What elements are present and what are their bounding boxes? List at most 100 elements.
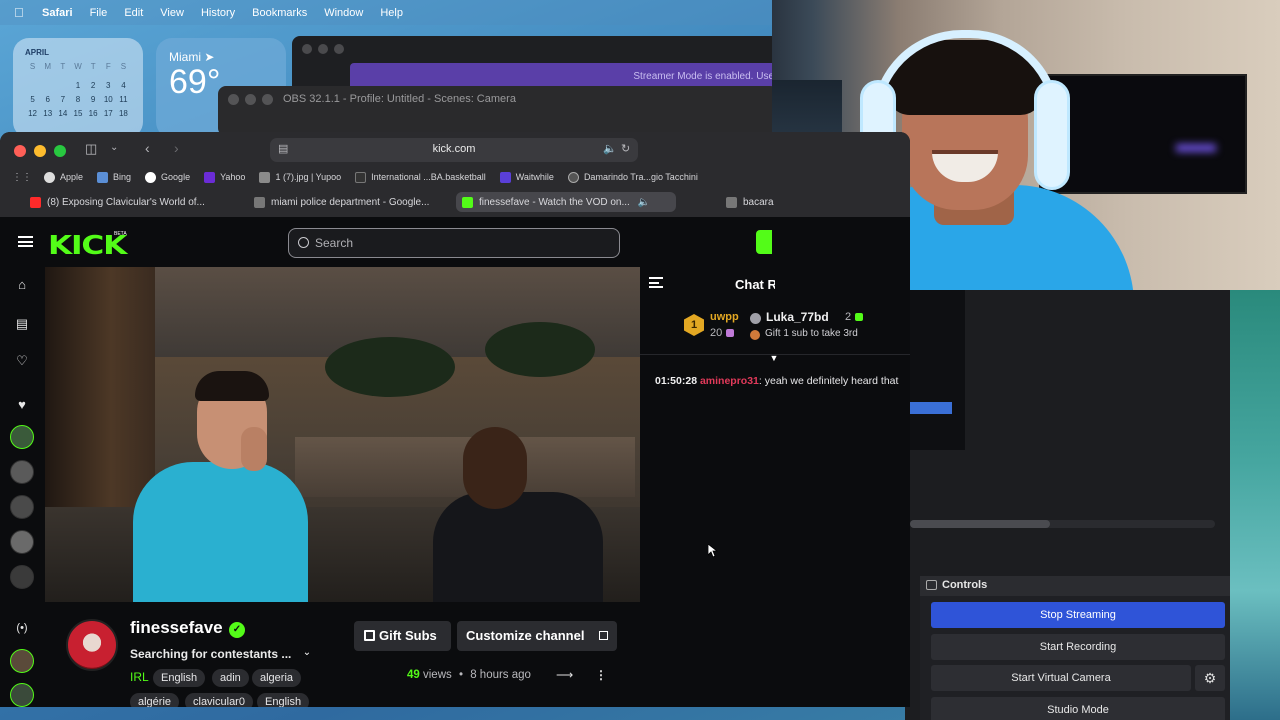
leader-1-name[interactable]: uwpp: [710, 311, 739, 323]
browse-icon[interactable]: ▤: [13, 315, 31, 333]
channel-avatar[interactable]: [10, 530, 34, 554]
calendar-day[interactable]: 3: [101, 81, 116, 90]
menu-file[interactable]: File: [90, 7, 108, 19]
calendar-day[interactable]: 14: [55, 109, 70, 118]
search-input[interactable]: [315, 235, 605, 251]
menu-bookmarks[interactable]: Bookmarks: [252, 7, 307, 19]
tag[interactable]: algérie: [130, 693, 180, 707]
gear-icon[interactable]: ⚙: [1195, 665, 1225, 691]
menu-history[interactable]: History: [201, 7, 235, 19]
forward-icon[interactable]: ›: [174, 140, 179, 156]
calendar-day[interactable]: 11: [116, 95, 131, 104]
calendar-widget[interactable]: APRIL S M T W T F S 1 2 3 4 5 6 7 8 9 10 11 12 13 14 15 16 17 18: [13, 38, 143, 138]
calendar-day[interactable]: 7: [55, 95, 70, 104]
live-icon[interactable]: (•): [13, 619, 31, 637]
menu-help[interactable]: Help: [380, 7, 403, 19]
tag[interactable]: English: [153, 669, 206, 687]
calendar-day[interactable]: 2: [86, 81, 101, 90]
calendar-day[interactable]: 9: [86, 95, 101, 104]
tag[interactable]: clavicular0: [185, 693, 253, 707]
menu-window[interactable]: Window: [324, 7, 363, 19]
channel-name[interactable]: finessefave: [130, 618, 223, 638]
menu-view[interactable]: View: [160, 7, 184, 19]
favorites-icon[interactable]: ♥: [13, 396, 31, 414]
calendar-day[interactable]: 5: [25, 95, 40, 104]
start-recording-button[interactable]: Start Recording: [931, 634, 1225, 660]
studio-mode-button[interactable]: Studio Mode: [931, 697, 1225, 720]
stop-streaming-button[interactable]: Stop Streaming: [931, 602, 1225, 628]
tag[interactable]: algeria: [252, 669, 302, 687]
calendar-day[interactable]: 18: [116, 109, 131, 118]
chevron-down-icon[interactable]: ⌄: [110, 142, 118, 153]
chevron-down-icon[interactable]: ⌄: [301, 647, 313, 659]
search-box[interactable]: [288, 228, 620, 258]
obs-window-titlebar[interactable]: OBS 32.1.1 - Profile: Untitled - Scenes:…: [218, 86, 778, 136]
calendar-day[interactable]: [25, 81, 40, 90]
minimize-button[interactable]: [34, 145, 46, 157]
bookmark-yahoo[interactable]: Yahoo: [204, 171, 245, 183]
bookmark-fiba[interactable]: International ...BA.basketball: [355, 171, 486, 183]
tab-kick-vod[interactable]: finessefave - Watch the VOD on... 🔈: [456, 192, 676, 212]
calendar-day[interactable]: 1: [70, 81, 85, 90]
channel-avatar[interactable]: [66, 619, 118, 671]
channel-avatar[interactable]: [10, 425, 34, 449]
address-bar[interactable]: ▤ kick.com 🔈 ↻: [270, 138, 638, 162]
calendar-day[interactable]: 17: [101, 109, 116, 118]
zoom-button[interactable]: [54, 145, 66, 157]
calendar-day[interactable]: 4: [116, 81, 131, 90]
leader-2-name[interactable]: Luka_77bd: [766, 310, 829, 324]
stream-category[interactable]: IRL: [130, 670, 149, 684]
menu-app-name[interactable]: Safari: [42, 7, 73, 19]
bookmark-waitwhile[interactable]: Waitwhile: [499, 171, 554, 183]
gift-subs-button[interactable]: Gift Subs: [354, 621, 451, 651]
close-button[interactable]: [14, 145, 26, 157]
message-username[interactable]: aminepro31: [700, 375, 759, 387]
start-virtual-camera-button[interactable]: Start Virtual Camera: [931, 665, 1191, 691]
speaker-icon[interactable]: 🔈: [603, 142, 617, 155]
more-options-icon[interactable]: ⋮: [594, 668, 608, 682]
obs-preview[interactable]: [905, 290, 965, 450]
obs-selected-source[interactable]: [910, 402, 952, 414]
tab-youtube[interactable]: (8) Exposing Clavicular's World of...: [24, 192, 224, 212]
expand-chevron-icon[interactable]: ▼: [767, 353, 781, 363]
calendar-day[interactable]: 8: [70, 95, 85, 104]
calendar-day[interactable]: 13: [40, 109, 55, 118]
obs-scrollbar[interactable]: [910, 520, 1215, 528]
reload-icon[interactable]: ↻: [621, 142, 630, 155]
calendar-day[interactable]: [40, 81, 55, 90]
back-icon[interactable]: ‹: [145, 140, 150, 156]
video-player[interactable]: [45, 267, 640, 602]
grid-icon[interactable]: ⋮⋮: [12, 172, 32, 183]
channel-avatar[interactable]: [10, 495, 34, 519]
tag[interactable]: English: [257, 693, 310, 707]
calendar-day[interactable]: 15: [70, 109, 85, 118]
bookmark-apple[interactable]: Apple: [44, 171, 83, 183]
header-action-button[interactable]: [756, 230, 772, 254]
bookmark-bing[interactable]: Bing: [97, 171, 131, 183]
home-icon[interactable]: ⌂: [13, 276, 31, 294]
tag[interactable]: adin: [212, 669, 249, 687]
channel-avatar[interactable]: [10, 649, 34, 673]
share-icon[interactable]: ⟶: [556, 668, 573, 682]
calendar-day[interactable]: 16: [86, 109, 101, 118]
tab-speaker-icon[interactable]: 🔈: [638, 197, 650, 208]
tab-google-search[interactable]: miami police department - Google...: [248, 192, 448, 212]
channel-avatar[interactable]: [10, 460, 34, 484]
apple-icon[interactable]: : [14, 5, 28, 20]
bookmark-google[interactable]: Google: [145, 171, 190, 183]
calendar-day[interactable]: [55, 81, 70, 90]
menu-edit[interactable]: Edit: [124, 7, 143, 19]
bookmark-yupoo[interactable]: 1 (7).jpg | Yupoo: [259, 171, 341, 183]
sidebar-toggle-icon[interactable]: ◫: [85, 141, 97, 157]
tab-bacara[interactable]: bacara: [720, 192, 780, 212]
channel-avatar[interactable]: [10, 565, 34, 589]
calendar-day[interactable]: 12: [25, 109, 40, 118]
calendar-day[interactable]: 10: [101, 95, 116, 104]
collapse-chat-icon[interactable]: [649, 277, 663, 288]
scrollbar-thumb[interactable]: [910, 520, 1050, 528]
customize-channel-button[interactable]: Customize channel: [457, 621, 617, 651]
channel-avatar[interactable]: [10, 683, 34, 707]
bookmark-damarindo[interactable]: Damarindo Tra...gio Tacchini: [567, 171, 698, 183]
calendar-day[interactable]: 6: [40, 95, 55, 104]
following-icon[interactable]: ♡: [13, 352, 31, 370]
